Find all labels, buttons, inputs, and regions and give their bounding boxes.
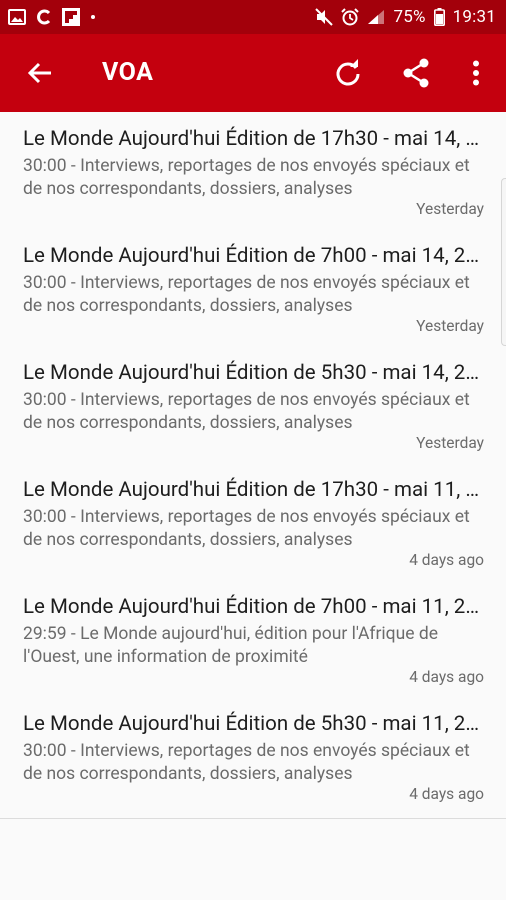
arrow-left-icon xyxy=(27,62,51,84)
list-end-divider xyxy=(0,818,506,819)
item-date: Yesterday xyxy=(416,200,484,218)
dot-icon xyxy=(90,14,96,20)
item-date: Yesterday xyxy=(416,317,484,335)
item-description: 29:59 - Le Monde aujourd'hui, édition po… xyxy=(23,624,438,667)
battery-percent: 75% xyxy=(393,7,426,27)
item-description: 30:00 - Interviews, reportages de nos en… xyxy=(23,390,470,433)
list-item[interactable]: Le Monde Aujourd'hui Édition de 5h30 - m… xyxy=(0,346,506,463)
signal-icon xyxy=(367,9,385,25)
back-button[interactable] xyxy=(22,55,58,91)
app-bar: VOA xyxy=(0,34,506,112)
item-date: 4 days ago xyxy=(409,785,484,803)
list-item[interactable]: Le Monde Aujourd'hui Édition de 7h00 - m… xyxy=(0,229,506,346)
refresh-icon xyxy=(336,59,360,86)
clock: 19:31 xyxy=(452,7,496,27)
list-item[interactable]: Le Monde Aujourd'hui Édition de 7h00 - m… xyxy=(0,580,506,697)
item-title: Le Monde Aujourd'hui Édition de 7h00 - m… xyxy=(23,244,484,268)
mute-icon xyxy=(315,8,334,26)
refresh-button[interactable] xyxy=(330,55,366,91)
flipboard-icon xyxy=(62,8,80,26)
list-item[interactable]: Le Monde Aujourd'hui Édition de 5h30 - m… xyxy=(0,697,506,814)
list-item[interactable]: Le Monde Aujourd'hui Édition de 17h30 - … xyxy=(0,463,506,580)
scrollbar[interactable] xyxy=(501,178,506,346)
status-bar: 75% 19:31 xyxy=(0,0,506,34)
item-title: Le Monde Aujourd'hui Édition de 5h30 - m… xyxy=(23,712,484,736)
status-left-icons xyxy=(8,8,96,26)
item-title: Le Monde Aujourd'hui Édition de 5h30 - m… xyxy=(23,361,484,385)
item-title: Le Monde Aujourd'hui Édition de 17h30 - … xyxy=(23,127,484,151)
episode-list: Le Monde Aujourd'hui Édition de 17h30 - … xyxy=(0,112,506,814)
item-description: 30:00 - Interviews, reportages de nos en… xyxy=(23,507,470,550)
gallery-icon xyxy=(8,9,26,25)
battery-icon xyxy=(433,8,445,26)
list-item[interactable]: Le Monde Aujourd'hui Édition de 17h30 - … xyxy=(0,112,506,229)
item-date: 4 days ago xyxy=(409,668,484,686)
item-description: 30:00 - Interviews, reportages de nos en… xyxy=(23,156,470,199)
item-date: Yesterday xyxy=(416,434,484,452)
item-description: 30:00 - Interviews, reportages de nos en… xyxy=(23,273,470,316)
status-right-icons: 75% 19:31 xyxy=(315,7,496,27)
item-title: Le Monde Aujourd'hui Édition de 7h00 - m… xyxy=(23,595,484,619)
more-vert-icon xyxy=(473,60,479,86)
share-button[interactable] xyxy=(398,55,434,91)
c-app-icon xyxy=(36,9,52,25)
more-options-button[interactable] xyxy=(458,55,494,91)
share-icon xyxy=(403,58,429,88)
item-date: 4 days ago xyxy=(409,551,484,569)
item-title: Le Monde Aujourd'hui Édition de 17h30 - … xyxy=(23,478,484,502)
item-description: 30:00 - Interviews, reportages de nos en… xyxy=(23,741,470,784)
app-title: VOA xyxy=(102,58,154,87)
alarm-icon xyxy=(341,8,360,26)
